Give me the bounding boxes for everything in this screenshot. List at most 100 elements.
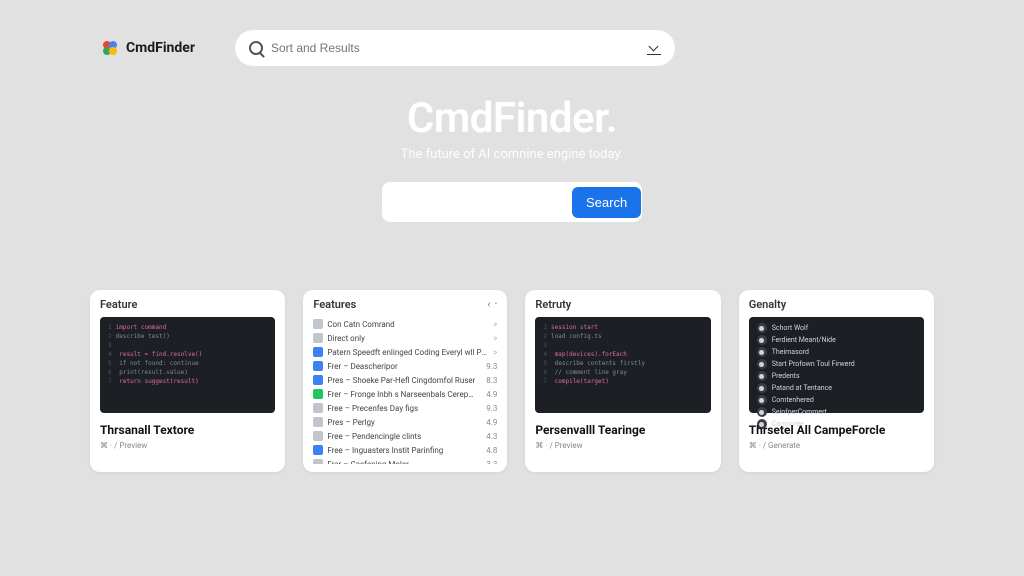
terminal-line: 6 // comment line gray <box>543 368 702 377</box>
list-item-icon <box>313 347 323 357</box>
card-title: Thrsanall Textore <box>100 423 275 437</box>
dark-list-item[interactable]: Predents <box>757 371 916 381</box>
top-search[interactable] <box>235 30 675 66</box>
brand-name: CmdFinder <box>126 40 195 56</box>
search-button[interactable]: Search <box>572 187 641 218</box>
dark-list-text: Comtenhered <box>772 396 814 404</box>
search-icon <box>249 41 263 55</box>
dark-list-text: SeinfperCommert <box>772 408 827 416</box>
bullet-icon <box>757 395 767 405</box>
list-item-icon <box>313 389 323 399</box>
terminal-line: 3 <box>543 341 702 350</box>
dark-list-text: Theimasord <box>772 348 809 356</box>
terminal-line: 1import command <box>108 323 267 332</box>
list-item-icon <box>313 417 323 427</box>
list-item-score: 4.9 <box>479 418 497 427</box>
list-item-icon <box>313 403 323 413</box>
terminal-line: 4 map(devices).forEach <box>543 350 702 359</box>
list-item-text: Frar – Casfening Moler <box>327 460 475 465</box>
hero-subtitle: The future of AI comnine engine today. <box>0 147 1024 162</box>
bullet-icon <box>757 371 767 381</box>
terminal-preview: 1import command2describe test()34 result… <box>100 317 275 413</box>
list-item[interactable]: Free – Pendencingle clints4.3 <box>313 429 497 443</box>
feature-card-3[interactable]: Retruty 1session start2load config.ts34 … <box>525 290 720 472</box>
list-item-icon <box>313 459 323 464</box>
list-item-score: 3.3 <box>479 460 497 465</box>
bullet-icon <box>757 359 767 369</box>
list-item-text: Frer – Fronge Inbh s Narseenbals Cereple… <box>327 390 475 399</box>
top-search-input[interactable] <box>271 41 639 55</box>
dark-list-item[interactable]: SeinfperCommert <box>757 407 916 417</box>
card-head-label: Retruty <box>535 298 571 311</box>
list-item-text: Patern Speedft enlinged Coding Everyl wl… <box>327 348 489 357</box>
card-footer: ⌘ · / Preview <box>535 441 710 450</box>
terminal-line: 2describe test() <box>108 332 267 341</box>
terminal-preview: 1session start2load config.ts34 map(devi… <box>535 317 710 413</box>
dark-list-item[interactable]: Start Profown Toul Firwerd <box>757 359 916 369</box>
list-item-text: Direct only <box>327 334 489 343</box>
feature-card-2[interactable]: Features ‹ · Con Catn Comrand>Direct onl… <box>303 290 507 472</box>
list-item-score: 9.3 <box>479 404 497 413</box>
terminal-line: 5 if not found: continue <box>108 359 267 368</box>
terminal-line: 4 result = find.resolve() <box>108 350 267 359</box>
list-item[interactable]: Direct only > <box>313 331 497 345</box>
list-item[interactable]: Pres – Shoeke Par-Hefl Cingdomfol Ruser8… <box>313 373 497 387</box>
dark-list-text: Patand at Tentance <box>772 384 832 392</box>
bullet-icon <box>757 347 767 357</box>
list-item[interactable]: Free – Inguasters Instit Parinfing 4.8 <box>313 443 497 457</box>
terminal-line: 7 return suggest(result) <box>108 377 267 386</box>
list-item-text: Free – Pendencingle clints <box>327 432 475 441</box>
terminal-line: 3 <box>108 341 267 350</box>
list-item-icon <box>313 333 323 343</box>
list-item[interactable]: Patern Speedft enlinged Coding Everyl wl… <box>313 345 497 359</box>
list-item-text: Con Catn Comrand <box>327 320 489 329</box>
dark-list: Schort Wolf Ferdient Meant/Nide Theimasord… <box>749 317 924 413</box>
card-head-label: Genalty <box>749 298 787 311</box>
list-item-score: 4.8 <box>479 446 497 455</box>
list-item-icon <box>313 319 323 329</box>
list-item-text: Free – Inguasters Instit Parinfing <box>327 446 475 455</box>
card-footer: ⌘ · / Preview <box>100 441 275 450</box>
card-title: Persenvalll Tearinge <box>535 423 710 437</box>
dark-list-item[interactable]: Comtenhered <box>757 395 916 405</box>
top-bar: CmdFinder <box>0 0 1024 66</box>
dark-list-item[interactable]: Theimasord <box>757 347 916 357</box>
card-head-label: Features <box>313 298 356 311</box>
logo-icon <box>100 38 120 58</box>
bullet-icon <box>757 335 767 345</box>
list-item-icon <box>313 375 323 385</box>
feature-card-4[interactable]: Genalty Schort Wolf Ferdient Meant/Nide Th… <box>739 290 934 472</box>
list-item[interactable]: Frar – Casfening Moler 3.3 <box>313 457 497 464</box>
list-item[interactable]: Free – Precenfes Day figs9.3 <box>313 401 497 415</box>
features-list: Con Catn Comrand> Direct only > Patern Spee… <box>313 317 497 464</box>
chevron-right-icon: > <box>493 334 497 343</box>
dark-list-item[interactable]: Ferdient Meant/Nide <box>757 335 916 345</box>
list-item[interactable]: Frer – Fronge Inbh s Narseenbals Cereple… <box>313 387 497 401</box>
bullet-icon <box>757 323 767 333</box>
chevron-left-icon[interactable]: ‹ <box>487 299 490 310</box>
list-item-icon <box>313 445 323 455</box>
hero-search-input[interactable] <box>396 195 572 210</box>
dark-list-item[interactable]: Patand at Tentance <box>757 383 916 393</box>
list-item-text: Frer – Deascheripor <box>327 362 475 371</box>
bullet-icon <box>757 383 767 393</box>
list-item[interactable]: Pres – Perlgy4.9 <box>313 415 497 429</box>
card-footer: ⌘ · / Generate <box>749 441 924 450</box>
dark-list-text: Start Profown Toul Firwerd <box>772 360 855 368</box>
list-item[interactable]: Frer – Deascheripor 9.3 <box>313 359 497 373</box>
card-nav-icons[interactable]: ‹ · <box>487 299 497 310</box>
card-title: Thrsetel All CampeForcle <box>749 423 924 437</box>
cards-row: Feature 1import command2describe test()3… <box>0 290 1024 472</box>
dark-list-text: Schort Wolf <box>772 324 808 332</box>
list-item-score: 9.3 <box>479 362 497 371</box>
brand-logo: CmdFinder <box>100 38 195 58</box>
list-item-icon <box>313 361 323 371</box>
dot-icon: · <box>494 299 497 310</box>
download-icon[interactable] <box>647 41 661 55</box>
dark-list-item[interactable]: Schort Wolf <box>757 323 916 333</box>
hero-search[interactable]: Search <box>382 182 642 222</box>
feature-card-1[interactable]: Feature 1import command2describe test()3… <box>90 290 285 472</box>
bullet-icon <box>757 407 767 417</box>
list-item-icon <box>313 431 323 441</box>
list-item[interactable]: Con Catn Comrand> <box>313 317 497 331</box>
